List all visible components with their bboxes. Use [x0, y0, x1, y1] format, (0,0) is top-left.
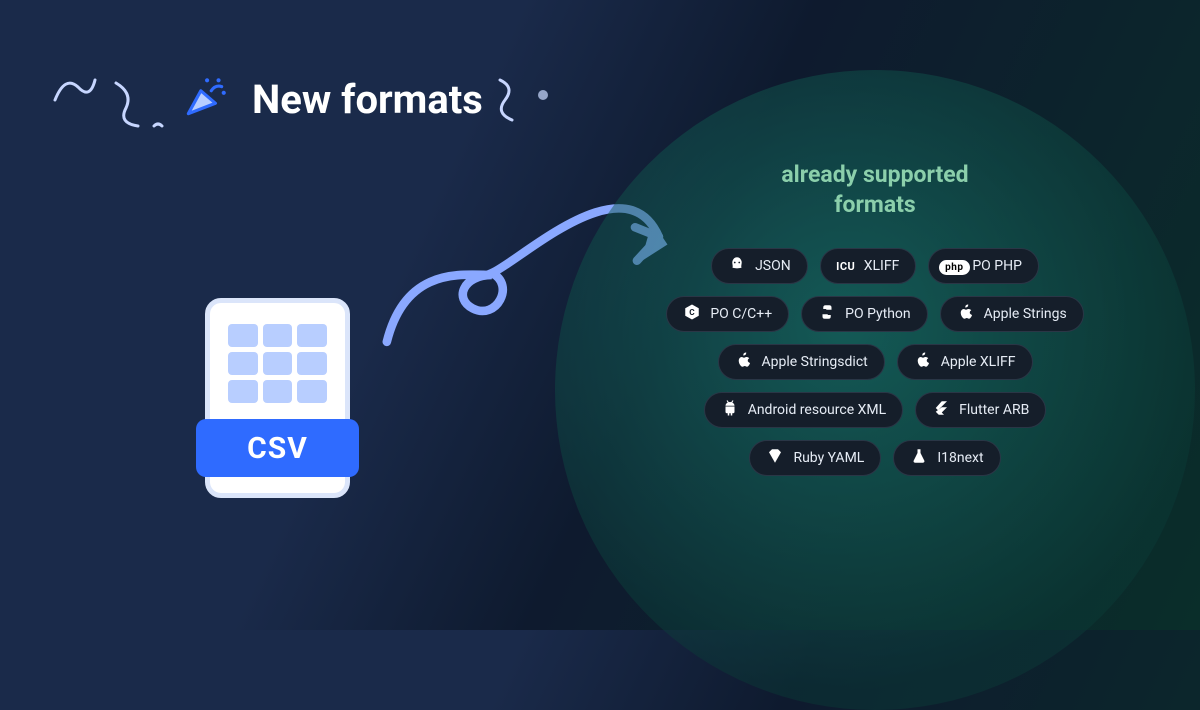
format-pill-i18next: I18next — [893, 440, 1000, 476]
format-pill-android-xml: Android resource XML — [704, 392, 903, 428]
format-pill-label: Apple XLIFF — [941, 354, 1016, 370]
confetti-squiggle — [490, 75, 525, 125]
format-pill-label: XLIFF — [864, 258, 900, 274]
pill-row: JSON ICU XLIFF php PO PHP — [711, 248, 1039, 284]
format-pill-flutter-arb: Flutter ARB — [915, 392, 1046, 428]
format-pill-po-php: php PO PHP — [928, 248, 1039, 284]
svg-text:C: C — [690, 308, 696, 318]
spreadsheet-icon — [225, 321, 330, 406]
format-pill-xliff: ICU XLIFF — [820, 248, 917, 284]
confetti-squiggle — [108, 78, 153, 133]
canvas: New formats CSV already supported format… — [0, 0, 1200, 630]
pill-row: C PO C/C++ PO Python Apple Strings — [666, 296, 1083, 332]
format-pill-ruby-yaml: Ruby YAML — [749, 440, 881, 476]
format-pill-label: JSON — [755, 258, 791, 274]
format-pill-po-python: PO Python — [801, 296, 928, 332]
pill-row: Apple Stringsdict Apple XLIFF — [718, 344, 1033, 380]
flutter-icon — [932, 401, 950, 419]
supported-formats-panel: already supported formats JSON ICU XLIFF ph… — [555, 70, 1195, 710]
hex-c-icon: C — [683, 305, 701, 323]
format-pill-label: Flutter ARB — [959, 402, 1029, 418]
pill-row: Android resource XML Flutter ARB — [704, 392, 1047, 428]
icu-text-icon: ICU — [837, 257, 855, 275]
party-popper-icon — [180, 72, 230, 126]
csv-label: CSV — [247, 431, 308, 466]
format-pill-apple-xliff: Apple XLIFF — [897, 344, 1033, 380]
supported-formats-list: JSON ICU XLIFF php PO PHP C PO C/C++ PO Python A… — [585, 248, 1165, 476]
format-pill-label: Apple Stringsdict — [762, 354, 868, 370]
confetti-squiggle — [152, 120, 164, 132]
apple-icon — [914, 353, 932, 371]
csv-label-badge: CSV — [196, 419, 359, 477]
confetti-squiggle — [50, 65, 100, 110]
format-pill-apple-stringsdict: Apple Stringsdict — [718, 344, 885, 380]
php-badge-icon: php — [945, 257, 963, 275]
apple-icon — [735, 353, 753, 371]
page-title: New formats — [252, 76, 483, 123]
blob-icon — [728, 257, 746, 275]
ruby-icon — [766, 449, 784, 467]
format-pill-label: I18next — [937, 450, 983, 466]
apple-icon — [957, 305, 975, 323]
python-icon — [818, 305, 836, 323]
pill-row: Ruby YAML I18next — [749, 440, 1000, 476]
format-pill-label: PO Python — [845, 306, 911, 322]
format-pill-json: JSON — [711, 248, 808, 284]
format-pill-label: PO PHP — [972, 258, 1022, 274]
android-icon — [721, 401, 739, 419]
supported-formats-title: already supported formats — [555, 160, 1195, 220]
format-pill-label: Ruby YAML — [793, 450, 864, 466]
new-format-csv-card: CSV — [205, 298, 350, 498]
format-pill-label: Android resource XML — [748, 402, 886, 418]
confetti-dot — [538, 90, 548, 100]
format-pill-po-c: C PO C/C++ — [666, 296, 789, 332]
header: New formats — [180, 72, 483, 126]
format-pill-label: PO C/C++ — [710, 306, 772, 322]
format-pill-label: Apple Strings — [984, 306, 1067, 322]
flask-icon — [910, 449, 928, 467]
format-pill-apple-strings: Apple Strings — [940, 296, 1084, 332]
